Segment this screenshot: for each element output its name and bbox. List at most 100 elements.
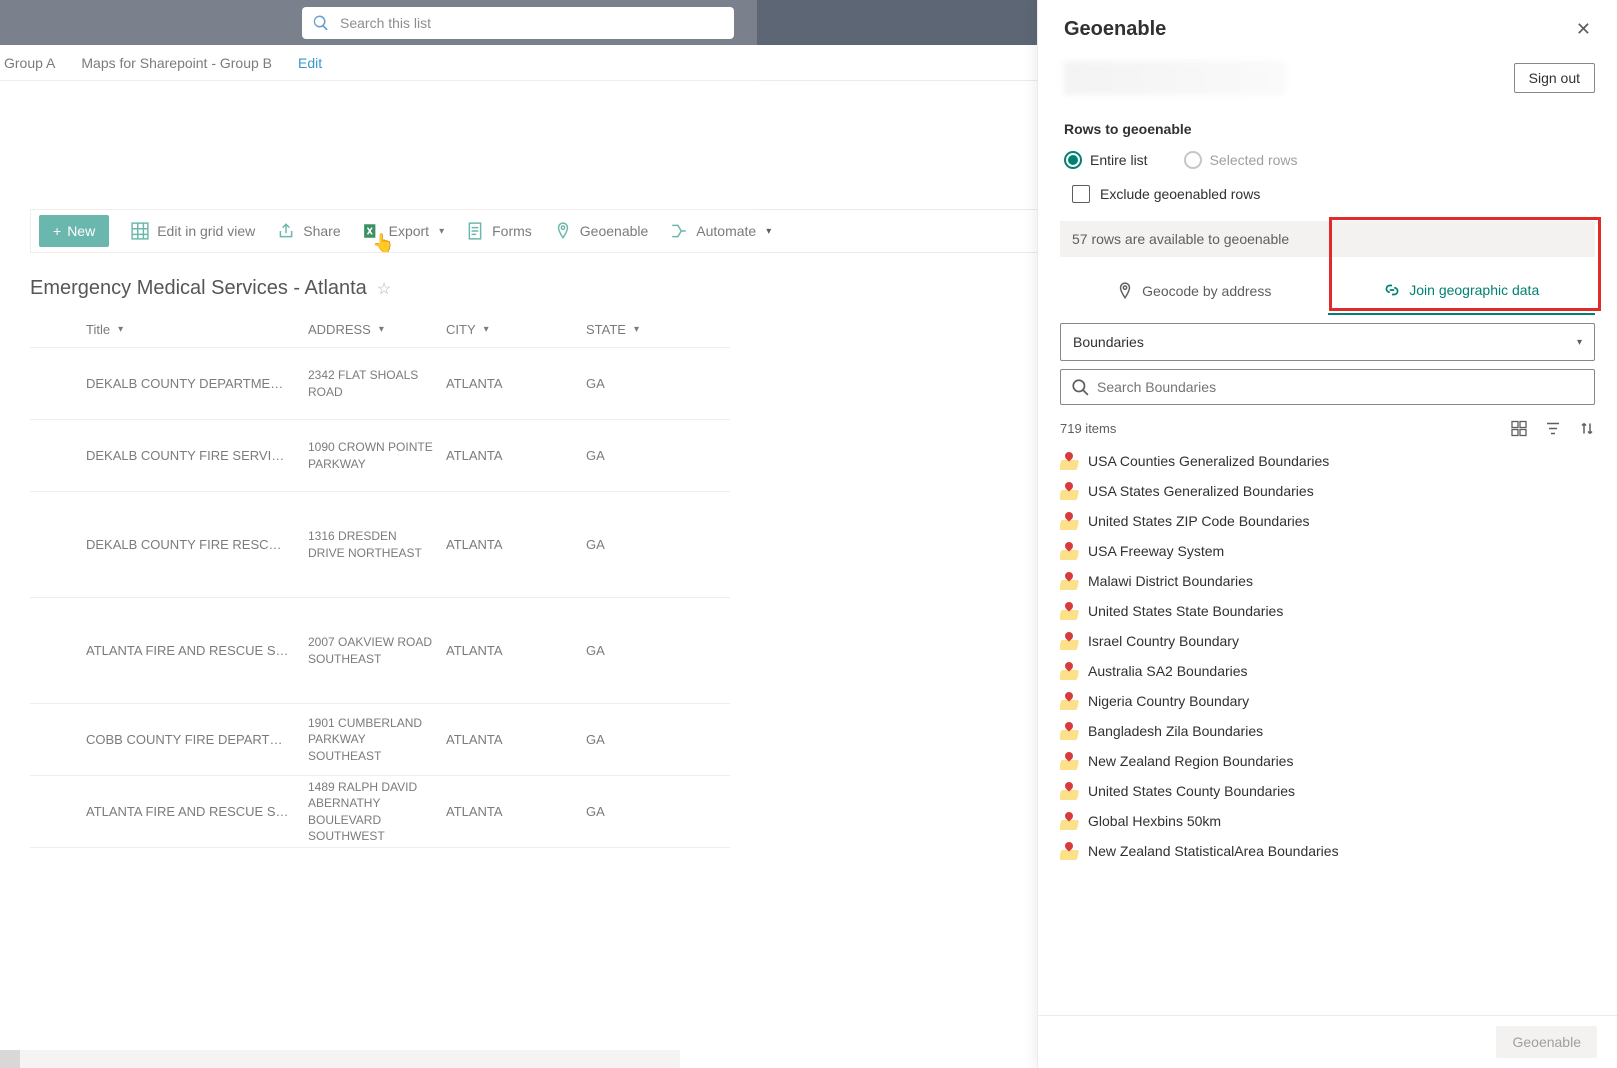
tab-geocode-label: Geocode by address xyxy=(1142,283,1271,299)
table-row[interactable]: ATLANTA FIRE AND RESCUE STATION 171489 R… xyxy=(30,776,730,848)
pin-icon xyxy=(554,222,572,240)
chevron-down-icon: ▾ xyxy=(439,226,444,237)
tab-geocode[interactable]: Geocode by address xyxy=(1060,267,1328,315)
cell-city: ATLANTA xyxy=(446,643,586,658)
cell-address: 2342 FLAT SHOALS ROAD xyxy=(308,367,446,399)
link-icon xyxy=(1383,281,1401,299)
result-item[interactable]: United States County Boundaries xyxy=(1060,776,1601,806)
boundaries-select[interactable]: Boundaries ▾ xyxy=(1060,323,1595,361)
result-item[interactable]: New Zealand Region Boundaries xyxy=(1060,746,1601,776)
nav-group-a[interactable]: Group A xyxy=(4,55,55,71)
data-table: Title▾ ADDRESS▾ CITY▾ STATE▾ DEKALB COUN… xyxy=(30,322,730,848)
cell-state: GA xyxy=(586,448,706,463)
cell-state: GA xyxy=(586,376,706,391)
sort-icon[interactable] xyxy=(1579,419,1595,438)
chevron-down-icon: ▾ xyxy=(1577,337,1582,348)
cell-title: COBB COUNTY FIRE DEPARTMENT STATIO... xyxy=(30,732,308,747)
layer-icon xyxy=(1060,692,1078,710)
search-input[interactable] xyxy=(340,15,724,31)
share-button[interactable]: Share xyxy=(277,222,340,240)
result-item[interactable]: New Zealand StatisticalArea Boundaries xyxy=(1060,836,1601,866)
select-value: Boundaries xyxy=(1073,334,1144,350)
result-item-label: New Zealand StatisticalArea Boundaries xyxy=(1088,843,1339,859)
forms-label: Forms xyxy=(492,223,532,239)
tab-join-label: Join geographic data xyxy=(1409,282,1539,298)
radio-entire-list[interactable]: Entire list xyxy=(1064,151,1148,169)
automate-label: Automate xyxy=(696,223,756,239)
result-item-label: USA Freeway System xyxy=(1088,543,1224,559)
checkbox-icon xyxy=(1072,185,1090,203)
exclude-checkbox-row[interactable]: Exclude geoenabled rows xyxy=(1038,175,1617,213)
layer-icon xyxy=(1060,632,1078,650)
nav-group-b[interactable]: Maps for Sharepoint - Group B xyxy=(81,55,272,71)
radio-selected-label: Selected rows xyxy=(1210,152,1298,168)
close-icon[interactable]: ✕ xyxy=(1576,19,1591,40)
forms-button[interactable]: Forms xyxy=(466,222,532,240)
rows-section-label: Rows to geoenable xyxy=(1038,107,1617,145)
cell-address: 1489 RALPH DAVID ABERNATHY BOULEVARD SOU… xyxy=(308,779,446,844)
layer-icon xyxy=(1060,542,1078,560)
export-button[interactable]: Export ▾ xyxy=(363,222,445,240)
grid-icon xyxy=(131,222,149,240)
edit-grid-button[interactable]: Edit in grid view xyxy=(131,222,255,240)
result-item[interactable]: Nigeria Country Boundary xyxy=(1060,686,1601,716)
layer-icon xyxy=(1060,572,1078,590)
result-item[interactable]: USA Counties Generalized Boundaries xyxy=(1060,446,1601,476)
cell-address: 1090 CROWN POINTE PARKWAY xyxy=(308,439,446,471)
form-icon xyxy=(466,222,484,240)
cell-city: ATLANTA xyxy=(446,448,586,463)
horizontal-scrollbar[interactable] xyxy=(0,1050,680,1068)
column-header-address[interactable]: ADDRESS▾ xyxy=(308,322,446,337)
star-icon[interactable]: ☆ xyxy=(377,279,391,299)
nav-edit[interactable]: Edit xyxy=(298,55,322,71)
geoenable-submit-button: Geoenable xyxy=(1496,1026,1597,1058)
result-item[interactable]: USA States Generalized Boundaries xyxy=(1060,476,1601,506)
result-item[interactable]: Bangladesh Zila Boundaries xyxy=(1060,716,1601,746)
result-item[interactable]: Global Hexbins 50km xyxy=(1060,806,1601,836)
cell-title: DEKALB COUNTY FIRE RESCUE STATION 2 xyxy=(30,537,308,552)
automate-button[interactable]: Automate ▾ xyxy=(670,222,771,240)
layer-icon xyxy=(1060,452,1078,470)
boundaries-search-input[interactable] xyxy=(1097,379,1584,395)
geoenable-toolbar-button[interactable]: Geoenable xyxy=(554,222,649,240)
share-label: Share xyxy=(303,223,340,239)
boundaries-search[interactable] xyxy=(1060,369,1595,405)
result-item-label: USA States Generalized Boundaries xyxy=(1088,483,1314,499)
result-item[interactable]: United States ZIP Code Boundaries xyxy=(1060,506,1601,536)
cell-address: 1901 CUMBERLAND PARKWAY SOUTHEAST xyxy=(308,715,446,764)
items-count: 719 items xyxy=(1060,421,1116,436)
table-row[interactable]: DEKALB COUNTY DEPARTMENT OF FIRE A...234… xyxy=(30,348,730,420)
list-title: Emergency Medical Services - Atlanta xyxy=(30,277,367,300)
result-item[interactable]: Israel Country Boundary xyxy=(1060,626,1601,656)
table-row[interactable]: ATLANTA FIRE AND RESCUE STATION 182007 O… xyxy=(30,598,730,704)
new-button[interactable]: + New xyxy=(39,215,109,247)
column-header-title[interactable]: Title▾ xyxy=(30,322,308,337)
tab-join[interactable]: Join geographic data xyxy=(1328,267,1596,315)
table-row[interactable]: DEKALB COUNTY FIRE RESCUE STATION 21316 … xyxy=(30,492,730,598)
column-header-city[interactable]: CITY▾ xyxy=(446,322,586,337)
layer-icon xyxy=(1060,842,1078,860)
table-header-row: Title▾ ADDRESS▾ CITY▾ STATE▾ xyxy=(30,322,730,348)
boundaries-result-list[interactable]: USA Counties Generalized Boundaries USA S… xyxy=(1060,446,1607,1015)
column-header-state[interactable]: STATE▾ xyxy=(586,322,706,337)
result-item[interactable]: United States State Boundaries xyxy=(1060,596,1601,626)
signout-button[interactable]: Sign out xyxy=(1514,63,1595,93)
result-item-label: Nigeria Country Boundary xyxy=(1088,693,1249,709)
result-item[interactable]: Australia SA2 Boundaries xyxy=(1060,656,1601,686)
exclude-label: Exclude geoenabled rows xyxy=(1100,186,1260,202)
result-item-label: Israel Country Boundary xyxy=(1088,633,1239,649)
search-box[interactable] xyxy=(302,7,734,39)
result-item[interactable]: USA Freeway System xyxy=(1060,536,1601,566)
search-icon xyxy=(312,14,330,32)
result-item-label: United States County Boundaries xyxy=(1088,783,1295,799)
result-item[interactable]: Malawi District Boundaries xyxy=(1060,566,1601,596)
panel-title: Geoenable xyxy=(1064,18,1166,41)
table-row[interactable]: DEKALB COUNTY FIRE SERVICES STATION 2110… xyxy=(30,420,730,492)
table-row[interactable]: COBB COUNTY FIRE DEPARTMENT STATIO...190… xyxy=(30,704,730,776)
pin-icon xyxy=(1116,282,1134,300)
radio-selected-rows: Selected rows xyxy=(1184,151,1298,169)
filter-icon[interactable] xyxy=(1545,419,1561,438)
layer-icon xyxy=(1060,482,1078,500)
cell-title: DEKALB COUNTY DEPARTMENT OF FIRE A... xyxy=(30,376,308,391)
grid-view-icon[interactable] xyxy=(1511,419,1527,438)
